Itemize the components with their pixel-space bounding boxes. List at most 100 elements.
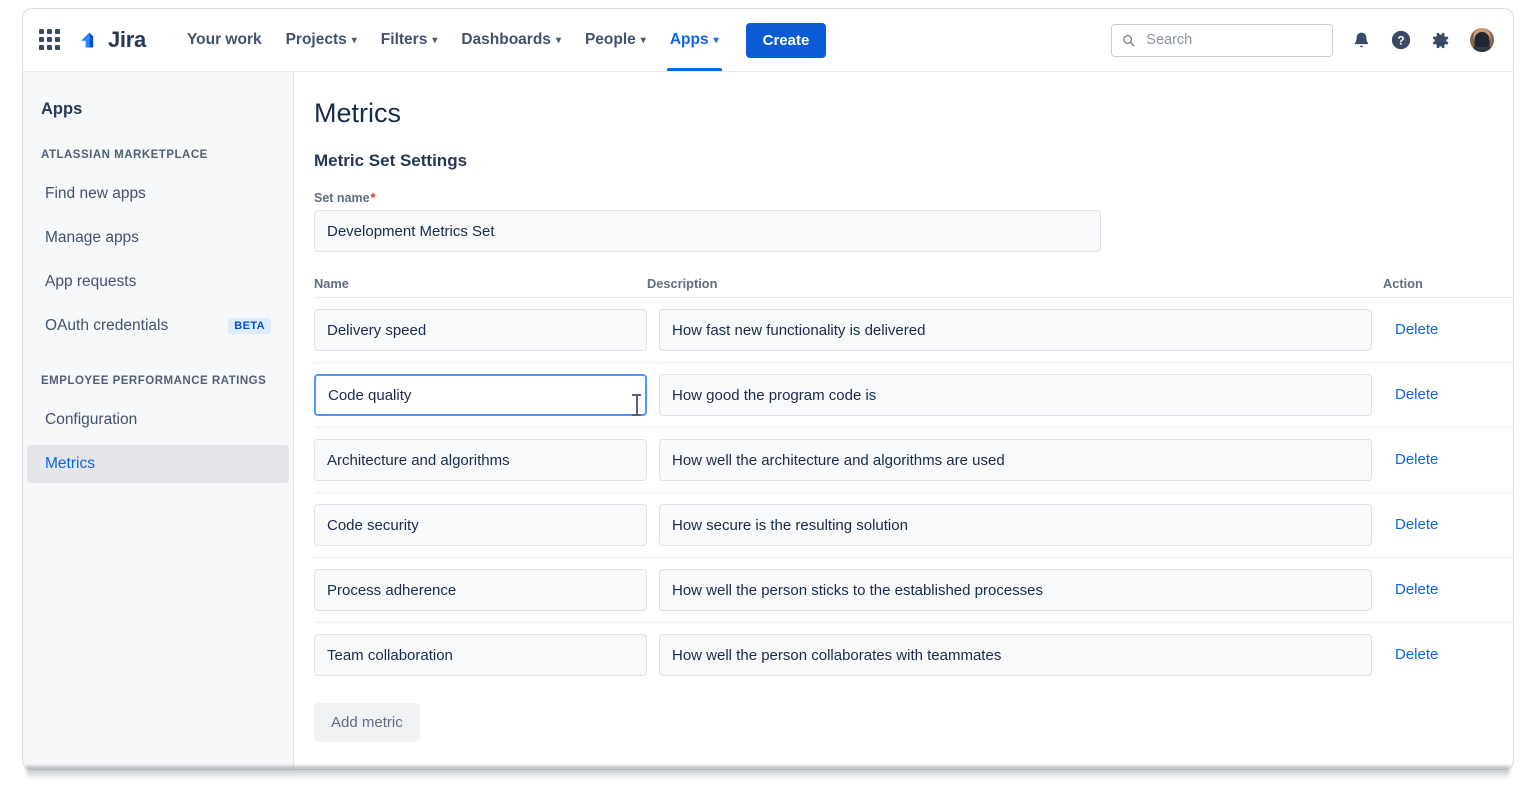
set-name-label: Set name* (314, 191, 1479, 205)
required-asterisk: * (370, 191, 376, 205)
global-navigation-bar: Jira Your work Projects ▾ Filters ▾ Dash… (23, 9, 1513, 72)
table-header-row: Name Description Action (314, 276, 1513, 298)
metric-description-cell (659, 374, 1395, 416)
jira-logo[interactable]: Jira (77, 27, 146, 53)
sidebar-item-label: Configuration (45, 411, 138, 428)
column-header-name: Name (314, 276, 349, 291)
table-row: Delete (314, 428, 1513, 493)
metric-description-input[interactable] (659, 504, 1372, 546)
sidebar-item-metrics[interactable]: Metrics (27, 445, 289, 483)
metric-description-cell (659, 569, 1395, 611)
nav-item-label: Dashboards (461, 31, 551, 48)
page-body: Apps ATLASSIAN MARKETPLACE Find new apps… (23, 72, 1513, 769)
sidebar-item-find-new-apps[interactable]: Find new apps (27, 175, 289, 213)
metric-description-input[interactable] (659, 569, 1372, 611)
metric-description-cell (659, 309, 1395, 351)
sidebar-item-oauth-credentials[interactable]: OAuth credentials BETA (27, 307, 289, 345)
search-input[interactable] (1144, 31, 1322, 49)
sidebar-item-label: Metrics (45, 455, 95, 472)
nav-item-your-work[interactable]: Your work (176, 9, 273, 71)
metric-action-cell: Delete (1395, 581, 1513, 599)
metric-name-input[interactable] (314, 374, 647, 416)
sidebar-item-label: OAuth credentials (45, 317, 169, 334)
primary-nav-links: Your work Projects ▾ Filters ▾ Dashboard… (176, 9, 730, 71)
nav-item-filters[interactable]: Filters ▾ (370, 9, 449, 71)
nav-item-label: Filters (380, 31, 428, 48)
page-title: Metrics (314, 98, 401, 128)
sidebar-item-label: Find new apps (45, 185, 146, 202)
nav-item-label: People (584, 31, 636, 48)
sidebar-title: Apps (41, 100, 83, 118)
metric-name-cell (314, 634, 659, 676)
add-metric-button[interactable]: Add metric (314, 703, 420, 742)
apps-grid-icon[interactable] (39, 29, 61, 51)
sidebar-item-app-requests[interactable]: App requests (27, 263, 289, 301)
metric-description-cell (659, 634, 1395, 676)
metric-name-cell (314, 569, 659, 611)
metric-description-cell (659, 504, 1395, 546)
metric-description-input[interactable] (659, 374, 1372, 416)
browser-window: Jira Your work Projects ▾ Filters ▾ Dash… (22, 8, 1514, 770)
metric-action-cell: Delete (1395, 516, 1513, 534)
metric-name-cell (314, 439, 659, 481)
user-avatar[interactable] (1469, 27, 1495, 53)
create-button[interactable]: Create (745, 22, 827, 58)
set-name-label-text: Set name (314, 191, 370, 205)
delete-metric-link[interactable]: Delete (1395, 321, 1438, 338)
chevron-down-icon: ▾ (713, 35, 719, 46)
beta-badge: BETA (228, 318, 271, 334)
set-name-input[interactable] (314, 210, 1101, 252)
metric-description-input[interactable] (659, 439, 1372, 481)
column-header-action: Action (1383, 276, 1423, 291)
delete-metric-link[interactable]: Delete (1395, 581, 1438, 598)
chevron-down-icon: ▾ (432, 35, 438, 46)
delete-metric-link[interactable]: Delete (1395, 386, 1438, 403)
table-row: Delete (314, 558, 1513, 623)
nav-item-label: Your work (186, 31, 262, 48)
delete-metric-link[interactable]: Delete (1395, 646, 1438, 663)
sidebar-item-label: Manage apps (45, 229, 139, 246)
metric-name-input[interactable] (314, 569, 647, 611)
table-row: Delete (314, 363, 1513, 428)
metrics-table: Name Description Action Delete (314, 276, 1513, 742)
section-title: Metric Set Settings (314, 151, 468, 170)
chevron-down-icon: ▾ (351, 35, 357, 46)
metric-action-cell: Delete (1395, 386, 1513, 404)
search-icon (1123, 34, 1135, 46)
nav-item-label: Apps (669, 31, 709, 48)
delete-metric-link[interactable]: Delete (1395, 516, 1438, 533)
settings-gear-icon[interactable] (1430, 30, 1451, 51)
search-box[interactable] (1111, 23, 1333, 57)
jira-wordmark: Jira (108, 27, 146, 52)
metric-name-input[interactable] (314, 634, 647, 676)
metric-name-input[interactable] (314, 504, 647, 546)
svg-text:?: ? (1397, 34, 1404, 48)
table-row: Delete (314, 623, 1513, 687)
metric-description-input[interactable] (659, 634, 1372, 676)
delete-metric-link[interactable]: Delete (1395, 451, 1438, 468)
chevron-down-icon: ▾ (555, 35, 561, 46)
sidebar-item-label: App requests (45, 273, 137, 290)
notifications-bell-icon[interactable] (1351, 30, 1372, 51)
apps-sidebar: Apps ATLASSIAN MARKETPLACE Find new apps… (23, 72, 294, 769)
table-row: Delete (314, 493, 1513, 558)
metric-description-cell (659, 439, 1395, 481)
nav-item-dashboards[interactable]: Dashboards ▾ (450, 9, 572, 71)
nav-item-apps[interactable]: Apps ▾ (659, 9, 730, 71)
nav-item-label: Projects (285, 31, 347, 48)
nav-item-people[interactable]: People ▾ (574, 9, 657, 71)
global-nav-actions: ? (1111, 23, 1495, 57)
metric-name-input[interactable] (314, 439, 647, 481)
column-header-description: Description (647, 276, 718, 291)
metric-name-input[interactable] (314, 309, 647, 351)
nav-item-projects[interactable]: Projects ▾ (275, 9, 368, 71)
metric-description-input[interactable] (659, 309, 1372, 351)
metric-action-cell: Delete (1395, 321, 1513, 339)
help-question-icon[interactable]: ? (1390, 29, 1412, 51)
chevron-down-icon: ▾ (640, 35, 646, 46)
metric-name-cell (314, 374, 659, 416)
metric-action-cell: Delete (1395, 646, 1513, 664)
sidebar-item-configuration[interactable]: Configuration (27, 401, 289, 439)
sidebar-item-manage-apps[interactable]: Manage apps (27, 219, 289, 257)
